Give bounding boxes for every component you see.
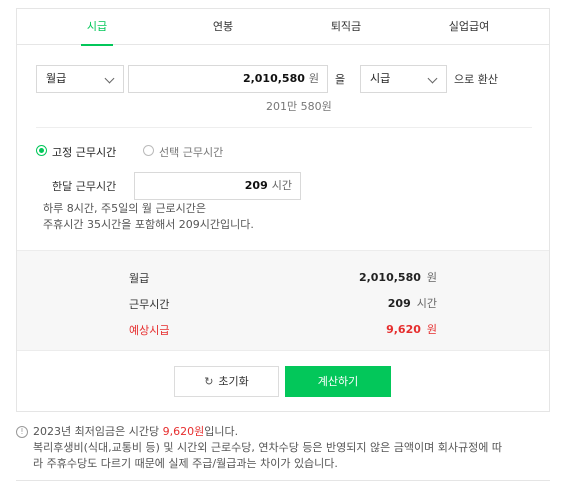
result-hours-unit: 시간 [416,297,437,310]
amount-korean-reading: 201만 580원 [266,100,332,113]
tab-severance-pay[interactable]: 퇴직금 [324,9,368,45]
result-hourly-amount: 9,620 [386,323,421,336]
tab-hourly-wage[interactable]: 시급 [81,9,113,46]
monthly-hours-label: 한달 근무시간 [52,180,117,193]
result-monthly-unit: 원 [426,271,437,284]
from-unit-select[interactable]: 월급 [36,65,124,93]
result-panel: 월급 2,010,580 원 근무시간 209 시간 예상시급 9,620 원 [17,250,549,351]
connector-text: 을 [335,73,346,86]
chevron-down-icon [427,73,438,84]
selected-hours-radio[interactable] [143,145,154,156]
notice-min-wage: 9,620원 [162,425,205,438]
to-unit-select[interactable]: 시급 [360,65,447,93]
calculator-tabs: 시급 연봉 퇴직금 실업급여 [17,9,549,46]
amount-value: 2,010,580 [242,72,305,85]
amount-input[interactable]: 2,010,580 원 [128,65,328,93]
monthly-hours-value: 209 [244,179,268,192]
chevron-down-icon [104,73,115,84]
reset-button[interactable]: ↻ 초기화 [174,366,279,397]
result-value-hours: 209 시간 [388,295,437,311]
selected-hours-label[interactable]: 선택 근무시간 [159,144,223,160]
result-value-monthly: 2,010,580 원 [359,269,437,285]
refresh-icon: ↻ [204,375,214,388]
monthly-hours-input[interactable]: 209 시간 [134,172,301,200]
info-icon: ! [16,426,28,438]
to-unit-value: 시급 [370,72,391,85]
result-label-hourly: 예상시급 [129,324,170,337]
fixed-hours-radio[interactable] [36,145,47,156]
notice-pre: 2023년 최저임금은 시간당 [33,425,163,438]
result-monthly-amount: 2,010,580 [358,271,421,284]
result-value-hourly: 9,620 원 [386,321,437,337]
divider [36,127,532,128]
hours-description-line2: 주휴시간 35시간을 포함해서 209시간입니다. [43,218,254,231]
amount-unit: 원 [308,72,319,85]
notice-line2: 복리후생비(식대,교통비 등) 및 시간외 근로수당, 연차수당 등은 반영되지… [33,441,502,454]
monthly-hours-unit: 시간 [271,179,292,192]
result-label-monthly: 월급 [129,272,150,285]
notice-line3: 라 주휴수당도 다르기 때문에 실제 주급/월급과는 차이가 있습니다. [33,457,338,470]
result-label-hours: 근무시간 [129,298,170,311]
tab-annual-salary[interactable]: 연봉 [207,9,239,45]
tab-unemployment-benefit[interactable]: 실업급여 [441,9,497,45]
calculate-button-label: 계산하기 [317,375,359,388]
notice-line1: 2023년 최저임금은 시간당 9,620원입니다. [33,424,549,440]
result-hours-amount: 209 [387,297,411,310]
hours-description-line1: 하루 8시간, 주5일의 월 근로시간은 [43,202,207,215]
fixed-hours-label[interactable]: 고정 근무시간 [52,144,116,160]
divider [16,480,550,481]
result-hourly-unit: 원 [426,323,437,336]
calculate-button[interactable]: 계산하기 [285,366,391,397]
from-unit-value: 월급 [46,72,67,85]
wage-calculator-card: 시급 연봉 퇴직금 실업급여 월급 2,010,580 원 을 시급 으로 환산 … [16,8,550,412]
reset-button-label: 초기화 [218,375,249,388]
convert-suffix: 으로 환산 [454,73,498,86]
notice-post: 입니다. [204,425,239,438]
